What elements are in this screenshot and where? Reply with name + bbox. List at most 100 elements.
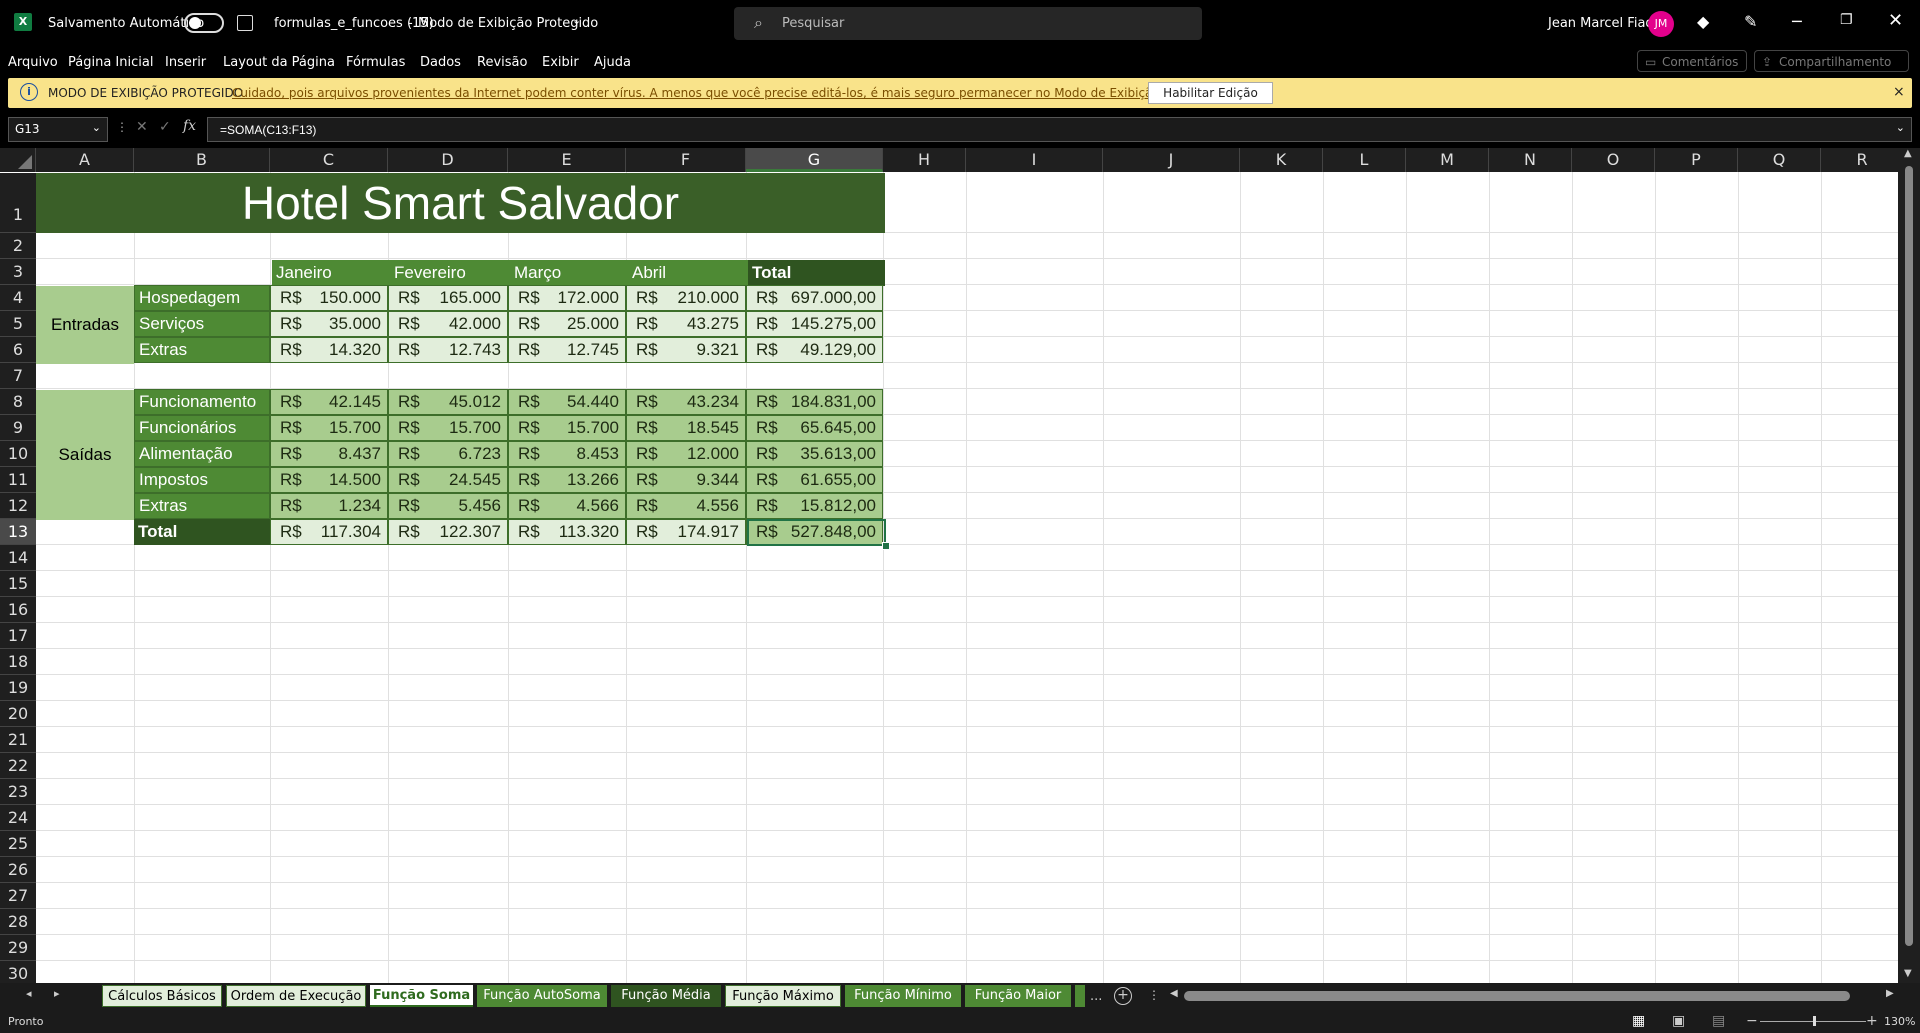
- entradas-value-cell[interactable]: R$ 12.743: [388, 337, 508, 363]
- menu-arquivo[interactable]: Arquivo: [8, 55, 58, 70]
- column-header-i[interactable]: I: [966, 148, 1103, 172]
- saidas-row-label[interactable]: Impostos: [134, 467, 270, 493]
- autosave-toggle[interactable]: [184, 13, 224, 33]
- tab-funcao-autosoma[interactable]: Função AutoSoma: [477, 985, 607, 1007]
- menu-revisao[interactable]: Revisão: [477, 55, 527, 70]
- row-header-23[interactable]: 23: [0, 779, 36, 805]
- saidas-value-cell[interactable]: R$ 1.234: [270, 493, 388, 519]
- column-header-e[interactable]: E: [508, 148, 626, 172]
- entradas-total-cell[interactable]: R$ 49.129,00: [746, 337, 883, 363]
- scroll-up-icon[interactable]: ▲: [1904, 148, 1912, 159]
- entradas-value-cell[interactable]: R$ 25.000: [508, 311, 626, 337]
- column-header-b[interactable]: B: [134, 148, 270, 172]
- saidas-value-cell[interactable]: R$ 8.453: [508, 441, 626, 467]
- row-header-2[interactable]: 2: [0, 233, 36, 259]
- row-header-8[interactable]: 8: [0, 389, 36, 415]
- saidas-value-cell[interactable]: R$ 15.700: [270, 415, 388, 441]
- row-header-7[interactable]: 7: [0, 363, 36, 389]
- vertical-scroll-thumb[interactable]: [1905, 166, 1913, 946]
- minimize-icon[interactable]: ─: [1792, 12, 1802, 31]
- column-header-c[interactable]: C: [270, 148, 388, 172]
- row-header-27[interactable]: 27: [0, 883, 36, 909]
- entradas-row-label[interactable]: Hospedagem: [134, 285, 270, 311]
- saidas-total-cell[interactable]: R$ 65.645,00: [746, 415, 883, 441]
- entradas-total-cell[interactable]: R$ 697.000,00: [746, 285, 883, 311]
- tab-funcao-maior[interactable]: Função Maior: [965, 985, 1071, 1007]
- name-box[interactable]: G13 ⌄: [8, 117, 108, 142]
- search-box[interactable]: ⌕ Pesquisar: [734, 7, 1202, 40]
- tab-overflow-partial[interactable]: [1075, 985, 1085, 1007]
- saidas-value-cell[interactable]: R$ 54.440: [508, 389, 626, 415]
- column-header-d[interactable]: D: [388, 148, 508, 172]
- tab-funcao-maximo[interactable]: Função Máximo: [725, 985, 841, 1007]
- horizontal-scroll-thumb[interactable]: [1184, 991, 1850, 1001]
- saidas-value-cell[interactable]: R$ 42.145: [270, 389, 388, 415]
- menu-dados[interactable]: Dados: [420, 55, 461, 70]
- column-header-l[interactable]: L: [1323, 148, 1406, 172]
- column-header-h[interactable]: H: [883, 148, 966, 172]
- entradas-row-label[interactable]: Extras: [134, 337, 270, 363]
- saidas-value-cell[interactable]: R$ 4.556: [626, 493, 746, 519]
- vertical-scrollbar[interactable]: ▲ ▼: [1898, 148, 1920, 983]
- pen-icon[interactable]: ✎: [1744, 12, 1757, 31]
- menu-inserir[interactable]: Inserir: [165, 55, 206, 70]
- prev-sheet-icon[interactable]: ◂: [26, 987, 32, 1000]
- scroll-left-icon[interactable]: ◀: [1170, 988, 1178, 999]
- saidas-value-cell[interactable]: R$ 9.344: [626, 467, 746, 493]
- entradas-value-cell[interactable]: R$ 165.000: [388, 285, 508, 311]
- column-header-m[interactable]: M: [1406, 148, 1489, 172]
- entradas-value-cell[interactable]: R$ 14.320: [270, 337, 388, 363]
- saidas-value-cell[interactable]: R$ 6.723: [388, 441, 508, 467]
- tab-ordem-execucao[interactable]: Ordem de Execução: [226, 985, 366, 1007]
- entradas-total-cell[interactable]: R$ 145.275,00: [746, 311, 883, 337]
- saidas-row-label[interactable]: Alimentação: [134, 441, 270, 467]
- fill-handle[interactable]: [882, 542, 890, 550]
- saidas-value-cell[interactable]: R$ 18.545: [626, 415, 746, 441]
- more-sheets-button[interactable]: ...: [1090, 989, 1102, 1004]
- row-header-13[interactable]: 13: [0, 519, 36, 545]
- menu-ajuda[interactable]: Ajuda: [594, 55, 631, 70]
- row-header-19[interactable]: 19: [0, 675, 36, 701]
- row-header-26[interactable]: 26: [0, 857, 36, 883]
- scroll-right-icon[interactable]: ▶: [1886, 988, 1894, 999]
- cancel-formula-icon[interactable]: ✕: [136, 119, 148, 135]
- column-header-a[interactable]: A: [36, 148, 134, 172]
- row-header-6[interactable]: 6: [0, 337, 36, 363]
- month-header-marco[interactable]: Março: [510, 260, 628, 286]
- saidas-total-cell[interactable]: R$ 184.831,00: [746, 389, 883, 415]
- row-header-9[interactable]: 9: [0, 415, 36, 441]
- formula-input[interactable]: =SOMA(C13:F13) ⌄: [207, 117, 1912, 142]
- column-header-g[interactable]: G: [746, 148, 883, 172]
- entradas-value-cell[interactable]: R$ 12.745: [508, 337, 626, 363]
- column-header-k[interactable]: K: [1240, 148, 1323, 172]
- banner-message[interactable]: Cuidado, pois arquivos provenientes da I…: [232, 86, 1224, 100]
- total-header[interactable]: Total: [748, 260, 885, 286]
- row-header-30[interactable]: 30: [0, 961, 36, 983]
- row-header-12[interactable]: 12: [0, 493, 36, 519]
- entradas-value-cell[interactable]: R$ 9.321: [626, 337, 746, 363]
- entradas-value-cell[interactable]: R$ 210.000: [626, 285, 746, 311]
- total-row-label[interactable]: Total: [134, 519, 270, 545]
- entradas-value-cell[interactable]: R$ 150.000: [270, 285, 388, 311]
- saidas-total-cell[interactable]: R$ 15.812,00: [746, 493, 883, 519]
- user-name[interactable]: Jean Marcel Fiad: [1548, 16, 1654, 31]
- entradas-group-label[interactable]: Entradas: [36, 286, 134, 364]
- zoom-level[interactable]: 130%: [1884, 1015, 1915, 1028]
- zoom-slider-thumb[interactable]: [1813, 1016, 1816, 1026]
- restore-icon[interactable]: ❐: [1840, 12, 1853, 28]
- menu-formulas[interactable]: Fórmulas: [346, 55, 405, 70]
- month-header-abril[interactable]: Abril: [628, 260, 748, 286]
- column-header-q[interactable]: Q: [1738, 148, 1821, 172]
- saidas-value-cell[interactable]: R$ 13.266: [508, 467, 626, 493]
- share-button[interactable]: ⇪ Compartilhamento: [1754, 50, 1909, 72]
- save-icon[interactable]: [237, 15, 253, 31]
- sheet-title-cell[interactable]: Hotel Smart Salvador: [36, 173, 885, 233]
- row-header-14[interactable]: 14: [0, 545, 36, 571]
- menu-pagina-inicial[interactable]: Página Inicial: [68, 55, 153, 70]
- tab-funcao-minimo[interactable]: Função Mínimo: [845, 985, 961, 1007]
- saidas-row-label[interactable]: Funcionários: [134, 415, 270, 441]
- diamond-icon[interactable]: ◆: [1697, 12, 1709, 31]
- saidas-group-label[interactable]: Saídas: [36, 390, 134, 520]
- saidas-value-cell[interactable]: R$ 15.700: [508, 415, 626, 441]
- expand-formula-icon[interactable]: ⌄: [1896, 121, 1905, 134]
